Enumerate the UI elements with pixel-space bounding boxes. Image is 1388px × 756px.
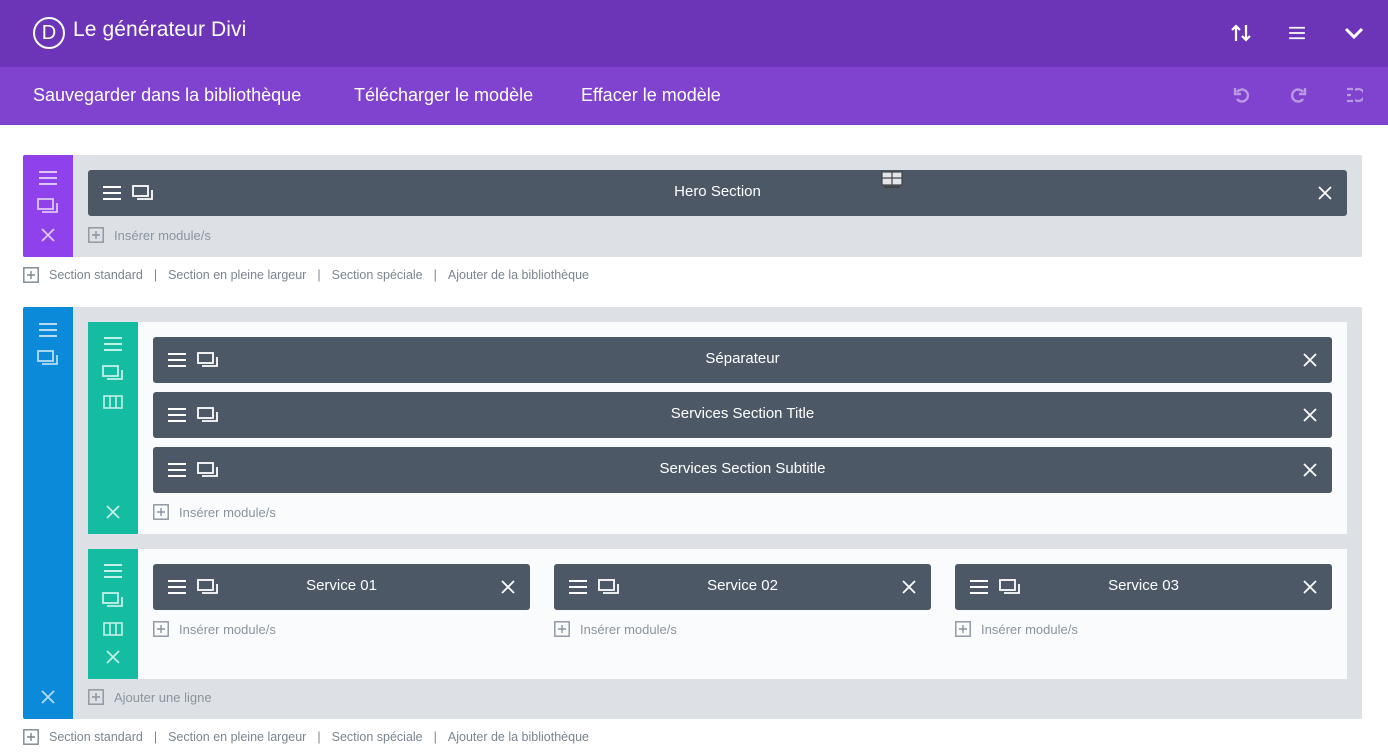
history-icon[interactable] [1343,84,1365,106]
row-duplicate-icon[interactable] [100,589,126,611]
module-separator[interactable]: Séparateur [153,337,1332,383]
builder-menu-bar: Sauvegarder dans la bibliothèque Télécha… [0,67,1388,125]
module-delete-icon[interactable] [1298,576,1322,598]
module-delete-icon[interactable] [897,576,921,598]
separator: | [433,730,437,744]
add-row-link[interactable]: Ajouter une ligne [88,687,212,707]
module-label: Services Section Title [670,405,815,422]
module-delete-icon[interactable] [496,576,520,598]
module-delete-icon[interactable] [1298,404,1322,426]
section-services: Séparateur Services Section Title Servic… [23,307,1362,719]
download-layout-button[interactable]: Télécharger le modèle [354,85,533,106]
insert-module-link[interactable]: Insérer module/s [153,502,276,522]
module-label: Services Section Subtitle [659,460,826,477]
module-services-subtitle[interactable]: Services Section Subtitle [153,447,1332,493]
module-service-02[interactable]: Service 02 [554,564,931,610]
plus-icon [955,621,971,637]
section-duplicate-icon[interactable] [35,347,61,369]
app-title: Le générateur Divi [73,18,247,41]
chevron-down-icon[interactable] [1341,20,1367,46]
add-section-bar: Section standard | Section en pleine lar… [23,265,589,285]
module-label: Hero Section [674,183,761,200]
module-label: Service 03 [1108,577,1179,594]
screen-preview-icon [881,171,903,189]
add-from-library-link[interactable]: Ajouter de la bibliothèque [448,730,589,744]
section-handle[interactable] [23,307,73,719]
row-columns-icon[interactable] [100,391,126,413]
section-settings-icon[interactable] [35,319,61,341]
app-header: D Le générateur Divi [0,0,1388,67]
module-delete-icon[interactable] [1298,349,1322,371]
hamburger-menu-icon[interactable] [1284,20,1310,46]
row-handle[interactable] [88,549,138,679]
row-settings-icon[interactable] [100,333,126,355]
module-label: Service 01 [306,577,377,594]
module-delete-icon[interactable] [1298,459,1322,481]
section-delete-icon[interactable] [35,224,61,246]
module-services-title[interactable]: Services Section Title [153,392,1332,438]
add-special-section-link[interactable]: Section spéciale [332,268,423,282]
module-service-03[interactable]: Service 03 [955,564,1332,610]
section-delete-icon[interactable] [35,686,61,708]
separator: | [153,268,158,282]
clear-layout-button[interactable]: Effacer le modèle [581,85,721,106]
undo-icon[interactable] [1231,84,1253,106]
module-label: Service 02 [707,577,778,594]
add-standard-section-link[interactable]: Section standard [49,268,143,282]
plus-icon [23,729,39,745]
plus-icon [153,621,169,637]
plus-icon [554,621,570,637]
section-handle[interactable] [23,155,73,257]
plus-icon [88,689,104,705]
section-settings-icon[interactable] [35,167,61,189]
add-section-bar: Section standard | Section en pleine lar… [23,727,589,747]
save-to-library-button[interactable]: Sauvegarder dans la bibliothèque [33,85,301,106]
plus-icon [23,267,39,283]
add-from-library-link[interactable]: Ajouter de la bibliothèque [448,268,589,282]
add-fullwidth-section-link[interactable]: Section en pleine largeur [168,268,306,282]
separator: | [153,730,158,744]
module-hero-section[interactable]: Hero Section [88,170,1347,216]
add-fullwidth-section-link[interactable]: Section en pleine largeur [168,730,306,744]
row-duplicate-icon[interactable] [100,362,126,384]
row-services-header: Séparateur Services Section Title Servic… [88,322,1347,534]
add-special-section-link[interactable]: Section spéciale [332,730,423,744]
section-hero: Hero Section Insérer module/s [23,155,1362,257]
section-duplicate-icon[interactable] [35,195,61,217]
row-settings-icon[interactable] [100,560,126,582]
row-delete-icon[interactable] [100,501,126,523]
insert-module-link[interactable]: Insérer module/s [88,225,211,245]
separator: | [433,268,437,282]
row-columns-icon[interactable] [100,618,126,640]
sort-arrows-icon[interactable] [1228,20,1254,46]
separator: | [317,268,321,282]
separator: | [317,730,321,744]
insert-module-link[interactable]: Insérer module/s [554,619,677,639]
module-delete-icon[interactable] [1313,182,1337,204]
module-label: Séparateur [705,350,780,367]
redo-icon[interactable] [1287,84,1309,106]
row-handle[interactable] [88,322,138,534]
divi-logo: D [33,17,65,49]
insert-module-link[interactable]: Insérer module/s [153,619,276,639]
row-delete-icon[interactable] [100,646,126,668]
module-service-01[interactable]: Service 01 [153,564,530,610]
plus-icon [88,227,104,243]
add-standard-section-link[interactable]: Section standard [49,730,143,744]
plus-icon [153,504,169,520]
row-services-columns: Service 01 Insérer module/s Service 02 I… [88,549,1347,679]
insert-module-link[interactable]: Insérer module/s [955,619,1078,639]
